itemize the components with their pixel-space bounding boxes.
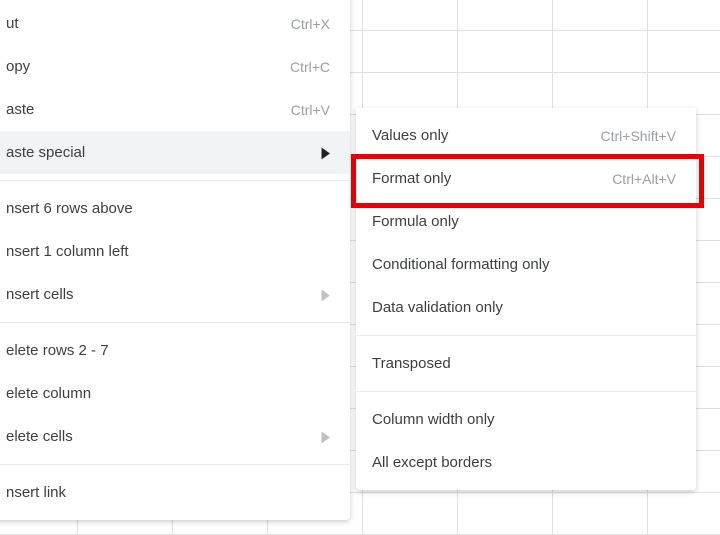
submenu-item-formula-only[interactable]: Formula only xyxy=(356,200,696,243)
menu-separator xyxy=(356,335,696,336)
menu-item-insert-cells[interactable]: nsert cells ▶ xyxy=(0,273,350,316)
menu-item-label: nsert cells xyxy=(6,286,310,303)
menu-separator xyxy=(0,464,350,465)
menu-item-label: Formula only xyxy=(372,213,676,230)
submenu-item-data-validation[interactable]: Data validation only xyxy=(356,286,696,329)
menu-item-shortcut: Ctrl+V xyxy=(291,102,330,118)
menu-item-shortcut: Ctrl+C xyxy=(290,59,330,75)
submenu-item-all-except-borders[interactable]: All except borders xyxy=(356,441,696,484)
menu-separator xyxy=(0,322,350,323)
menu-item-label: Column width only xyxy=(372,411,676,428)
submenu-item-format-only[interactable]: Format only Ctrl+Alt+V xyxy=(356,157,696,200)
chevron-right-icon: ▶ xyxy=(322,285,330,303)
menu-item-label: elete rows 2 - 7 xyxy=(6,342,330,359)
menu-item-paste[interactable]: aste Ctrl+V xyxy=(0,88,350,131)
menu-item-label: nsert link xyxy=(6,484,330,501)
menu-item-shortcut: Ctrl+Alt+V xyxy=(612,171,676,187)
chevron-right-icon: ▶ xyxy=(322,143,330,161)
menu-item-insert-rows[interactable]: nsert 6 rows above xyxy=(0,187,350,230)
menu-item-label: aste special xyxy=(6,144,310,161)
menu-item-label: Transposed xyxy=(372,355,676,372)
context-menu: ut Ctrl+X opy Ctrl+C aste Ctrl+V aste sp… xyxy=(0,0,350,520)
menu-item-paste-special[interactable]: aste special ▶ xyxy=(0,131,350,174)
menu-item-shortcut: Ctrl+X xyxy=(291,16,330,32)
menu-item-label: ut xyxy=(6,15,279,32)
menu-item-label: elete cells xyxy=(6,428,310,445)
menu-item-insert-column[interactable]: nsert 1 column left xyxy=(0,230,350,273)
menu-item-label: Values only xyxy=(372,127,589,144)
menu-item-delete-cells[interactable]: elete cells ▶ xyxy=(0,415,350,458)
menu-item-label: nsert 6 rows above xyxy=(6,200,330,217)
menu-item-delete-column[interactable]: elete column xyxy=(0,372,350,415)
submenu-item-transposed[interactable]: Transposed xyxy=(356,342,696,385)
menu-item-delete-rows[interactable]: elete rows 2 - 7 xyxy=(0,329,350,372)
menu-item-label: nsert 1 column left xyxy=(6,243,330,260)
submenu-item-values-only[interactable]: Values only Ctrl+Shift+V xyxy=(356,114,696,157)
menu-item-insert-link[interactable]: nsert link xyxy=(0,471,350,514)
menu-item-cut[interactable]: ut Ctrl+X xyxy=(0,2,350,45)
menu-item-label: Conditional formatting only xyxy=(372,256,676,273)
menu-separator xyxy=(356,391,696,392)
menu-separator xyxy=(0,180,350,181)
menu-item-label: elete column xyxy=(6,385,330,402)
submenu-paste-special: Values only Ctrl+Shift+V Format only Ctr… xyxy=(356,108,696,490)
menu-item-shortcut: Ctrl+Shift+V xyxy=(601,128,676,144)
menu-item-label: aste xyxy=(6,101,279,118)
menu-item-copy[interactable]: opy Ctrl+C xyxy=(0,45,350,88)
chevron-right-icon: ▶ xyxy=(322,427,330,445)
menu-item-label: Data validation only xyxy=(372,299,676,316)
menu-item-label: Format only xyxy=(372,170,600,187)
submenu-item-conditional-formatting[interactable]: Conditional formatting only xyxy=(356,243,696,286)
menu-item-label: opy xyxy=(6,58,278,75)
menu-item-label: All except borders xyxy=(372,454,676,471)
submenu-item-column-width[interactable]: Column width only xyxy=(356,398,696,441)
